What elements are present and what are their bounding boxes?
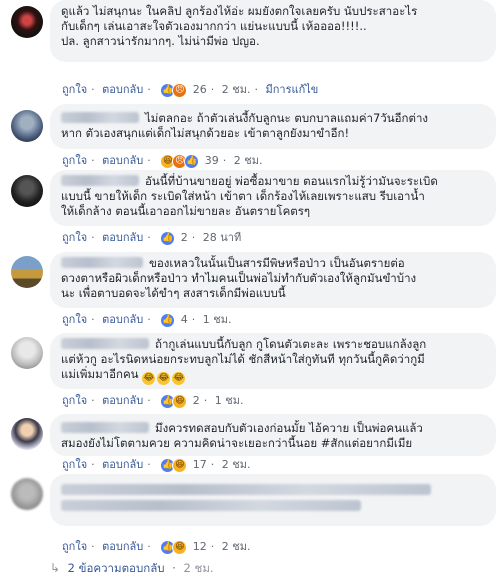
comment-time[interactable]: 1 ชม. [203,313,232,326]
commenter-name-blurred[interactable] [61,175,139,186]
comment-actions: ถูกใจ · ตอบกลับ · 👍 😆 17 · 2 ชม. [62,457,251,473]
comment-actions: ถูกใจ · ตอบกลับ · 👍 2 · 28 นาที [62,230,242,246]
avatar[interactable] [11,337,43,369]
comment-bubble: ถ้ากูเล่นแบบนี้กับลูก กูโดนตัวเตะละ เพรา… [50,333,496,389]
reaction-count[interactable]: 2 [181,231,188,244]
comment-text-line-1: ไม่ตลกอะ ถ้าตัวเล่นงี้กับลูกนะ ตบกบาลแถม… [145,111,429,125]
comment-text-line-1: ถ้ากูเล่นแบบนี้กับลูก กูโดนตัวเตะละ เพรา… [155,337,427,351]
comment-bubble [50,474,496,526]
comment-actions: ถูกใจ · ตอบกลับ · 👍 😠 26 · 2 ชม. · มีการแก้ไข [62,82,319,98]
like-reaction-icon: 👍 [184,153,200,169]
reaction-count[interactable]: 17 [193,458,207,471]
like-link[interactable]: ถูกใจ [62,313,87,326]
commenter-name-blurred[interactable] [61,257,143,268]
avatar[interactable] [11,175,43,207]
like-reaction-icon: 👍 [160,230,176,246]
reaction-icons[interactable]: 👍 [160,230,176,246]
reply-arrow-icon: ↳ [50,561,61,575]
comment-bubble: อันนี้ที่บ้านขายอยู่ พ่อซื้อมาขาย ตอนแรก… [50,170,496,226]
comment-text-line-1: อันนี้ที่บ้านขายอยู่ พ่อซื้อมาขาย ตอนแรก… [145,174,438,188]
view-replies-link[interactable]: 2 ข้อความตอบกลับ [68,561,165,575]
commenter-name-blurred[interactable] [61,112,139,123]
reply-link[interactable]: ตอบกลับ [102,540,143,553]
reaction-count[interactable]: 2 [193,394,200,407]
haha-reaction-icon: 😆 [172,393,188,409]
like-link[interactable]: ถูกใจ [62,83,87,96]
like-link[interactable]: ถูกใจ [62,231,87,244]
reply-link[interactable]: ตอบกลับ [102,154,143,167]
like-link[interactable]: ถูกใจ [62,540,87,553]
comment-text-line-2: แบบนี้ ขายให้เด็ก ระเบิดใส่หน้า เข้าตา เ… [61,189,425,203]
view-replies-row[interactable]: ↳ 2 ข้อความตอบกลับ · 2 ชม. [50,558,214,578]
comment-bubble: ดูแล้ว ไม่สนุกนะ ในคลิป ลูกร้องไห้อ่ะ ผม… [50,0,496,62]
avatar[interactable] [11,256,43,288]
comment-text-line-3: ปล. ลูกสาวน่ารักมากๆ. ไม่น่ามีพ่อ ปญอ. [61,34,260,48]
comment-actions: ถูกใจ · ตอบกลับ · 👍 😆 12 · 2 ชม. [62,539,251,555]
comment-text-line-2: สมองยังไม่โตตามควย ความคิดน่าจะเยอะกว่าน… [61,436,413,450]
blurred-text-line-2 [61,500,361,511]
comment-text-line-1: ดูแล้ว ไม่สนุกนะ ในคลิป ลูกร้องไห้อ่ะ ผม… [61,4,418,18]
avatar[interactable] [11,6,43,38]
blurred-text-line-1 [61,484,431,495]
reply-link[interactable]: ตอบกลับ [102,231,143,244]
comment-text-line-2: หาก ตัวเองสนุกแต่เด็กไม่สนุกด้วยอะ เข้าต… [61,126,350,140]
reply-link[interactable]: ตอบกลับ [102,313,143,326]
comment-actions: ถูกใจ · ตอบกลับ · 😆 😠 👍 39 · 2 ชม. [62,153,263,169]
haha-reaction-icon: 😆 [172,457,188,473]
reaction-icons[interactable]: 👍 😆 [160,457,188,473]
comment-text-line-1: ของเหลวในนั้นเป็นสารมีพิษหรือป่าว เป็นอั… [149,256,405,270]
laughing-emoji-icon: 😂 [142,372,156,385]
comment-text-line-1: มึงควรทดสอบกับตัวเองก่อนมั้ย ไอ้ควาย เป็… [155,421,423,435]
comment-text-line-2: กับเด็กๆ เล่นเอาสะใจตัวเองมากกว่า แย่นะแ… [61,19,367,33]
angry-reaction-icon: 😠 [172,82,188,98]
haha-reaction-icon: 😆 [172,539,188,555]
avatar[interactable] [11,418,43,450]
reaction-icons[interactable]: 👍 😠 [160,82,188,98]
replies-time: 2 ชม. [183,561,214,575]
comment-actions: ถูกใจ · ตอบกลับ · 👍 😆 2 · 1 ชม. [62,393,244,409]
comment-text-line-2: แต่ห้วกู อะไรนิดหน่อยกระทบลูกไม่ได้ ชักส… [61,352,425,366]
reaction-icons[interactable]: 😆 😠 👍 [160,153,200,169]
like-reaction-icon: 👍 [160,312,176,328]
laughing-emoji-icon: 😂 [172,372,186,385]
reaction-count[interactable]: 26 [193,83,207,96]
comment-time[interactable]: 1 ชม. [215,394,244,407]
like-link[interactable]: ถูกใจ [62,154,87,167]
reaction-icons[interactable]: 👍 😆 [160,393,188,409]
like-link[interactable]: ถูกใจ [62,394,87,407]
reaction-count[interactable]: 4 [181,313,188,326]
reply-link[interactable]: ตอบกลับ [102,458,143,471]
comment-time[interactable]: 2 ชม. [222,458,251,471]
laughing-emoji-icon: 😂 [157,372,171,385]
comment-time[interactable]: 2 ชม. [234,154,263,167]
reaction-icons[interactable]: 👍 😆 [160,539,188,555]
reaction-count[interactable]: 12 [193,540,207,553]
avatar[interactable] [11,110,43,142]
comment-text-line-3: แม่เพิ่มมาอีกคน [61,367,139,381]
comment-bubble: ไม่ตลกอะ ถ้าตัวเล่นงี้กับลูกนะ ตบกบาลแถม… [50,104,496,149]
reaction-count[interactable]: 39 [205,154,219,167]
comment-bubble: ของเหลวในนั้นเป็นสารมีพิษหรือป่าว เป็นอั… [50,252,496,308]
comment-bubble: มึงควรทดสอบกับตัวเองก่อนมั้ย ไอ้ควาย เป็… [50,414,496,456]
comment-text-line-3: นะ เพื่อตาบอดจะได้ขำๆ สงสารเด็กมีพ่อแบบน… [61,286,286,300]
comment-text-line-3: ให้เด็กล้าง ตอนนี้เอาออกไม่ขายละ อันตราย… [61,204,311,218]
comment-actions: ถูกใจ · ตอบกลับ · 👍 4 · 1 ชม. [62,312,232,328]
comment-time[interactable]: 2 ชม. [222,83,251,96]
comment-time[interactable]: 2 ชม. [222,540,251,553]
reaction-icons[interactable]: 👍 [160,312,176,328]
commenter-name-blurred[interactable] [61,338,149,349]
reply-link[interactable]: ตอบกลับ [102,83,143,96]
avatar[interactable] [11,478,43,510]
comment-time[interactable]: 28 นาที [203,231,241,244]
reply-link[interactable]: ตอบกลับ [102,394,143,407]
like-link[interactable]: ถูกใจ [62,458,87,471]
comment-text-line-2: ดวงตาหรือผิวเด็กหรือป่าว ทำไมคนเป็นพ่อไม… [61,271,417,285]
edited-label[interactable]: มีการแก้ไข [265,83,318,96]
commenter-name-blurred[interactable] [61,422,149,433]
